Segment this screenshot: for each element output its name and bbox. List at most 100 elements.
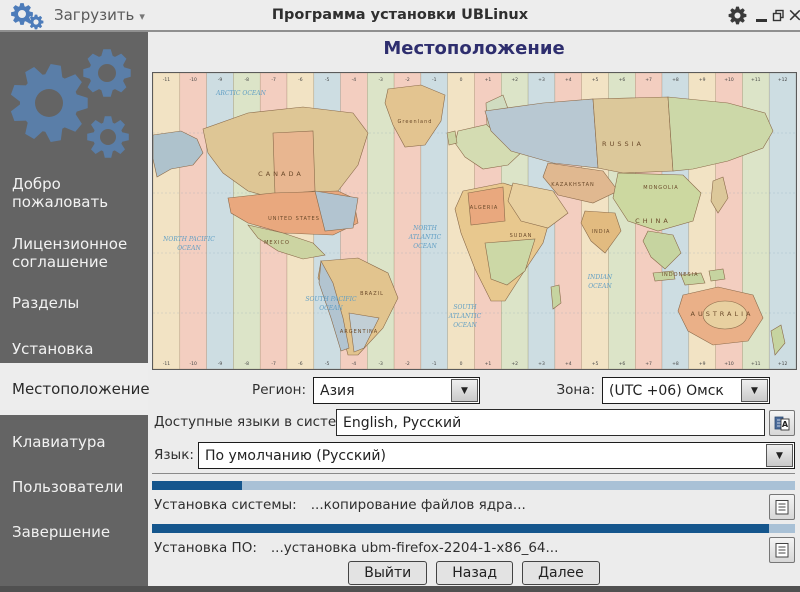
system-log-button[interactable]: [769, 494, 795, 520]
sidebar: Добро пожаловать Лицензионное соглашение…: [0, 32, 148, 586]
svg-text:+10: +10: [724, 361, 734, 367]
language-label: Язык:: [154, 447, 194, 463]
svg-text:+9: +9: [699, 361, 706, 367]
region-label: Регион:: [230, 382, 306, 398]
svg-text:+1: +1: [485, 77, 492, 83]
svg-text:-4: -4: [352, 361, 357, 367]
svg-text:-6: -6: [298, 77, 303, 83]
software-progress-bar: [152, 524, 795, 533]
gears-logo-icon: [0, 40, 148, 175]
svg-text:-5: -5: [325, 77, 330, 83]
svg-text:+7: +7: [645, 361, 652, 367]
svg-text:+6: +6: [619, 361, 626, 367]
svg-text:-10: -10: [190, 77, 197, 83]
svg-text:OCEAN: OCEAN: [453, 322, 477, 329]
region-select[interactable]: Азия ▼: [313, 377, 480, 404]
close-button[interactable]: ×: [787, 2, 800, 28]
svg-text:CANADA: CANADA: [258, 170, 304, 178]
software-log-button[interactable]: [769, 537, 795, 563]
timezone-map[interactable]: -11-11-10-10-9-9-8-8-7-7-6-6-5-5-4-4-3-3…: [152, 72, 797, 370]
svg-text:NORTH: NORTH: [412, 225, 438, 232]
available-languages-input[interactable]: [336, 409, 765, 436]
system-progress-status: Установка системы:...копирование файлов …: [154, 497, 526, 513]
sidebar-item-license[interactable]: Лицензионное соглашение: [0, 235, 148, 272]
svg-text:-8: -8: [245, 361, 250, 367]
sidebar-item-keyboard[interactable]: Клавиатура: [0, 433, 148, 451]
svg-text:OCEAN: OCEAN: [588, 283, 612, 290]
svg-text:+1: +1: [485, 361, 492, 367]
svg-text:0: 0: [460, 361, 463, 367]
svg-text:AUSTRALIA: AUSTRALIA: [691, 310, 754, 318]
svg-text:-4: -4: [352, 77, 357, 83]
svg-text:+10: +10: [724, 77, 734, 83]
software-progress-status: Установка ПО: ...установка ubm-firefox-22…: [154, 540, 558, 556]
sidebar-item-location[interactable]: Местоположение: [0, 363, 148, 415]
svg-text:ARGENTINA: ARGENTINA: [340, 329, 378, 335]
svg-text:INDIAN: INDIAN: [587, 274, 613, 281]
zone-select[interactable]: (UTC +06) Омск ▼: [602, 377, 770, 404]
maximize-button[interactable]: [772, 9, 785, 22]
svg-text:KAZAKHSTAN: KAZAKHSTAN: [551, 182, 595, 188]
svg-text:+4: +4: [565, 77, 572, 83]
svg-text:Greenland: Greenland: [398, 119, 433, 125]
svg-text:-2: -2: [405, 77, 410, 83]
edit-languages-button[interactable]: A: [769, 410, 795, 436]
window-bottom-border: [0, 586, 800, 592]
separator: [152, 473, 795, 474]
svg-text:-3: -3: [378, 77, 383, 83]
available-languages-label: Доступные языки в системе:: [154, 414, 359, 430]
region-select-value: Азия: [314, 383, 450, 399]
window-title: Программа установки UBLinux: [148, 7, 652, 23]
svg-text:UNITED STATES: UNITED STATES: [268, 216, 320, 222]
svg-text:INDONESIA: INDONESIA: [662, 272, 699, 278]
next-button[interactable]: Далее: [522, 561, 600, 585]
sidebar-item-users[interactable]: Пользователи: [0, 478, 148, 496]
svg-text:ALGERIA: ALGERIA: [470, 205, 499, 211]
footer-buttons: Выйти Назад Далее: [148, 561, 800, 585]
svg-text:-2: -2: [405, 361, 410, 367]
sidebar-item-partitions[interactable]: Разделы: [0, 294, 148, 312]
system-progress-bar: [152, 481, 795, 490]
system-progress-text: ...копирование файлов ядра...: [311, 497, 526, 513]
svg-text:ATLANTIC: ATLANTIC: [448, 313, 482, 320]
load-button[interactable]: Загрузить▾: [54, 6, 145, 24]
log-icon: [773, 498, 791, 516]
exit-button[interactable]: Выйти: [348, 561, 427, 585]
load-button-label: Загрузить: [54, 6, 134, 24]
log-icon: [773, 541, 791, 559]
sidebar-item-welcome[interactable]: Добро пожаловать: [0, 175, 148, 212]
svg-text:MEXICO: MEXICO: [264, 240, 290, 246]
sidebar-item-install[interactable]: Установка: [0, 340, 148, 358]
svg-text:RUSSIA: RUSSIA: [602, 140, 644, 148]
region-dropdown-arrow-icon[interactable]: ▼: [451, 379, 478, 402]
svg-text:BRAZIL: BRAZIL: [360, 291, 384, 297]
svg-text:NORTH PACIFIC: NORTH PACIFIC: [162, 236, 215, 243]
svg-text:-7: -7: [271, 77, 276, 83]
svg-text:-1: -1: [432, 77, 437, 83]
svg-text:-8: -8: [245, 77, 250, 83]
zone-dropdown-arrow-icon[interactable]: ▼: [741, 379, 768, 402]
svg-text:SOUTH PACIFIC: SOUTH PACIFIC: [305, 296, 357, 303]
language-select[interactable]: По умолчанию (Русский) ▼: [198, 442, 795, 469]
svg-text:A: A: [782, 420, 789, 429]
svg-text:-7: -7: [271, 361, 276, 367]
svg-text:-10: -10: [190, 361, 197, 367]
back-button[interactable]: Назад: [436, 561, 513, 585]
software-progress-label: Установка ПО:: [154, 540, 257, 556]
svg-text:OCEAN: OCEAN: [319, 305, 343, 312]
svg-text:CHINA: CHINA: [635, 217, 671, 225]
titlebar: Загрузить▾ Программа установки UBLinux ×: [0, 0, 800, 32]
settings-gear-icon[interactable]: [728, 6, 747, 25]
svg-text:+11: +11: [751, 77, 761, 83]
software-progress-text: ...установка ubm-firefox-2204-1-x86_64..…: [271, 540, 559, 556]
svg-text:+11: +11: [751, 361, 761, 367]
minimize-button[interactable]: [756, 19, 767, 22]
zone-select-value: (UTC +06) Омск: [603, 383, 740, 399]
installer-window: Загрузить▾ Программа установки UBLinux ×…: [0, 0, 800, 592]
svg-text:-5: -5: [325, 361, 330, 367]
svg-text:INDIA: INDIA: [592, 229, 611, 235]
svg-text:+7: +7: [645, 77, 652, 83]
svg-text:-3: -3: [378, 361, 383, 367]
sidebar-item-finish[interactable]: Завершение: [0, 523, 148, 541]
language-dropdown-arrow-icon[interactable]: ▼: [766, 444, 793, 467]
